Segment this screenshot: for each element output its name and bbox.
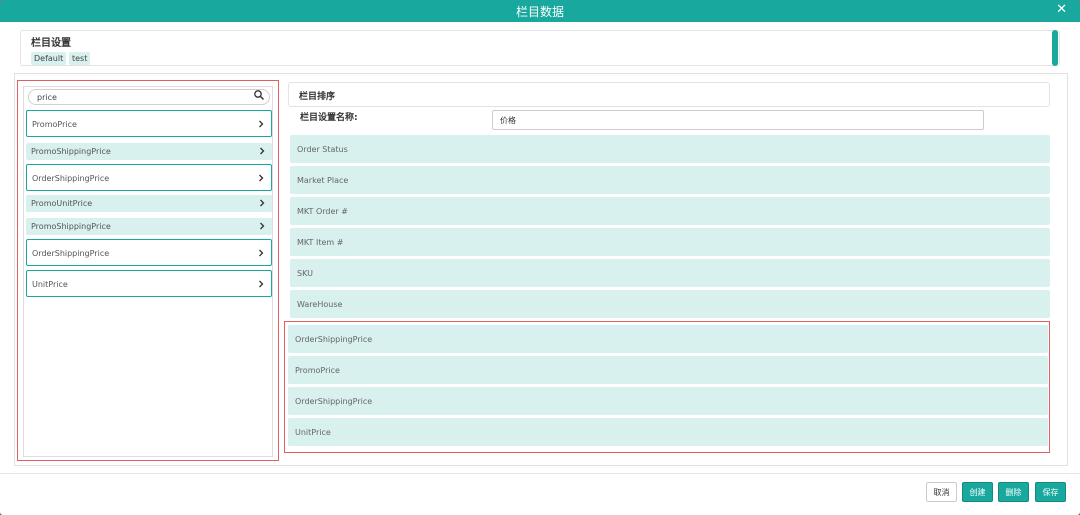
field-list-item-label: PromoUnitPrice <box>31 199 93 208</box>
close-icon[interactable]: ✕ <box>1056 2 1067 17</box>
column-order-label: WareHouse <box>297 300 343 309</box>
field-list-item[interactable]: OrderShippingPrice <box>26 239 272 266</box>
column-settings-title: 栏目设置 <box>31 38 71 49</box>
field-list-item-label: OrderShippingPrice <box>32 174 110 183</box>
modal-title: 栏目数据 <box>515 5 564 19</box>
field-search <box>28 89 270 105</box>
chevron-right-icon[interactable] <box>257 120 265 128</box>
field-list-item[interactable]: PromoShippingPrice <box>26 143 272 160</box>
column-order-row[interactable]: MKT Order # <box>290 197 1050 225</box>
column-order-label: SKU <box>297 269 313 278</box>
create-button[interactable]: 创建 <box>962 482 993 502</box>
field-list-highlight: PromoPrice PromoShippingPrice OrderShippin… <box>17 80 279 461</box>
column-order-label: MKT Item # <box>297 238 344 247</box>
column-order-label: Market Place <box>297 176 349 185</box>
save-button[interactable]: 保存 <box>1035 482 1066 502</box>
field-list-item-label: PromoShippingPrice <box>31 222 111 231</box>
settings-tag-test[interactable]: test <box>69 52 91 65</box>
column-order-row[interactable]: WareHouse <box>290 290 1050 318</box>
settings-tag-default[interactable]: Default <box>31 52 67 65</box>
column-sort-title: 栏目排序 <box>299 92 336 102</box>
chevron-right-icon[interactable] <box>258 147 266 155</box>
chevron-right-icon[interactable] <box>258 222 266 230</box>
chevron-right-icon[interactable] <box>257 280 265 288</box>
column-order-label: MKT Order # <box>297 207 348 216</box>
column-order-label: Order Status <box>297 145 348 154</box>
field-list-item[interactable]: UnitPrice <box>26 270 272 297</box>
field-list-item-label: PromoShippingPrice <box>31 147 111 156</box>
column-settings-box: 栏目设置 Default test <box>20 30 1060 66</box>
field-list-item[interactable]: OrderShippingPrice <box>26 164 272 191</box>
field-list-item[interactable]: PromoShippingPrice <box>26 218 272 235</box>
chevron-right-icon[interactable] <box>257 249 265 257</box>
column-order-row[interactable]: SKU <box>290 259 1050 287</box>
column-order-row[interactable]: MKT Item # <box>290 228 1050 256</box>
search-icon[interactable] <box>253 89 265 101</box>
field-list-item-label: UnitPrice <box>32 280 68 289</box>
field-list-item-label: OrderShippingPrice <box>32 249 110 258</box>
footer-divider <box>0 473 1080 474</box>
column-order-row[interactable]: Market Place <box>290 166 1050 194</box>
delete-button[interactable]: 删除 <box>998 482 1029 502</box>
column-data-modal: 栏目数据 ✕ 栏目设置 Default test PromoPricePromo… <box>0 0 1080 515</box>
setting-name-label: 栏目设置名称: <box>300 113 358 123</box>
modal-titlebar: 栏目数据 ✕ <box>0 0 1080 22</box>
search-input[interactable] <box>37 91 237 103</box>
chevron-right-icon[interactable] <box>257 174 265 182</box>
field-list-item[interactable]: PromoPrice <box>26 110 272 137</box>
cancel-button[interactable]: 取消 <box>926 482 957 502</box>
chevron-right-icon[interactable] <box>258 199 266 207</box>
column-sort-header: 栏目排序 <box>288 82 1050 107</box>
added-columns-highlight <box>284 321 1050 453</box>
setting-name-input[interactable] <box>492 110 984 130</box>
scrollbar-thumb[interactable] <box>1052 30 1058 66</box>
field-list-panel: PromoPrice PromoShippingPrice OrderShippin… <box>23 86 273 457</box>
field-list-item-label: PromoPrice <box>32 120 77 129</box>
field-list-item[interactable]: PromoUnitPrice <box>26 195 272 212</box>
column-order-row[interactable]: Order Status <box>290 135 1050 163</box>
